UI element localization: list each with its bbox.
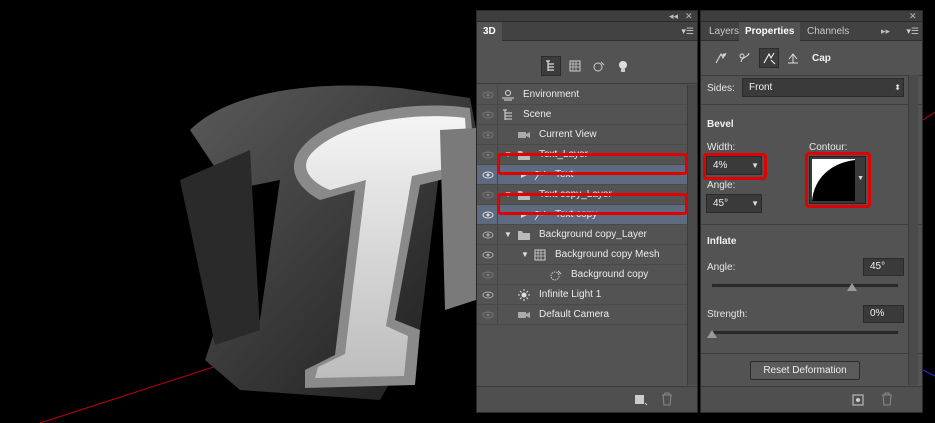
properties-bottom-bar [701,386,922,412]
panel-menu-icon[interactable]: ▾☰ [906,22,919,41]
visibility-eye-icon[interactable] [482,129,494,141]
mode-title: Cap [812,53,831,64]
tab-overflow-icon[interactable]: ▸▸ [881,26,890,37]
tab-channels[interactable]: Channels [801,22,855,41]
tree-scrollbar[interactable] [687,85,697,385]
material-icon [550,270,562,281]
deform-mode-icon[interactable] [735,48,755,68]
tree-row-infinite-light[interactable]: Infinite Light 1 [477,285,697,305]
strength-thumb[interactable] [707,330,717,338]
close-icon[interactable]: ✕ [685,11,693,22]
panel-top-strip: ✕ [701,11,922,22]
updown-arrow-icon: ⬍ [894,83,901,92]
angle-label: Angle: [707,180,736,191]
visibility-eye-icon[interactable] [482,149,494,161]
visibility-eye-icon[interactable] [482,109,494,121]
visibility-eye-icon[interactable] [482,189,494,201]
panel-menu-icon[interactable]: ▾☰ [681,22,694,41]
tree-row-background-copy-mesh[interactable]: ▼ Background copy Mesh [477,245,697,265]
folder-icon [518,231,530,240]
angle-combo[interactable]: 45° ▼ [706,194,762,213]
properties-panel: ✕ Layers Properties Channels ▸▸ ▾☰ Cap S… [700,10,923,413]
tree-row-background-copy-layer[interactable]: ▼ Background copy_Layer [477,225,697,245]
tree-row-label: Default Camera [539,309,610,320]
collapse-icon[interactable]: ◂◂ [669,11,678,22]
strength-value: 0% [870,308,885,319]
angle-value: 45° [713,198,729,209]
tree-row-current-view[interactable]: Current View [477,125,697,145]
expand-arrow-icon[interactable]: ▼ [521,245,529,265]
filter-light-icon[interactable] [613,56,633,76]
mesh-mode-icon[interactable] [711,48,731,68]
tree-row-label: Background copy_Layer [539,229,647,240]
mode-toolbar: Cap [701,42,922,76]
visibility-eye-icon[interactable] [482,289,494,301]
filter-mesh-icon[interactable] [565,56,585,76]
tree-row-default-camera[interactable]: Default Camera [477,305,697,325]
new-object-icon[interactable] [633,393,649,407]
tree-row-label: Environment [523,89,580,100]
properties-scrollbar[interactable] [908,75,918,385]
environment-icon [502,90,514,101]
cap-mode-icon[interactable] [759,48,779,68]
visibility-eye-icon[interactable] [482,249,494,261]
inflate-angle-field[interactable]: 45° [863,258,904,276]
properties-tabbar: Layers Properties Channels ▸▸ ▾☰ [701,22,922,41]
tree-row-label: Current View [539,129,597,140]
3d-panel: ◂◂ ✕ 3D ▾☰ Environment Scene Current Vie… [476,10,698,413]
highlight-contour-picker [805,152,871,208]
dropdown-arrow-icon: ▼ [751,199,759,208]
mesh-icon [534,249,546,261]
3d-tabbar: 3D ▾☰ [477,22,697,41]
highlight-text-copy-row [497,193,688,215]
width-label: Width: [707,142,736,153]
inflate-title: Inflate [707,236,737,247]
trash-icon[interactable] [661,392,673,406]
sides-value: Front [749,82,773,93]
panel-top-strip: ◂◂ ✕ [477,11,697,22]
filter-material-icon[interactable] [589,56,609,76]
3d-filter-toolbar [477,42,697,84]
inflate-angle-label: Angle: [707,262,736,273]
strength-field[interactable]: 0% [863,305,904,323]
visibility-eye-icon[interactable] [482,229,494,241]
reset-deformation-button[interactable]: Reset Deformation [750,361,860,380]
sides-dropdown[interactable]: Front ⬍ [742,78,904,97]
render-settings-icon[interactable] [851,393,865,407]
coordinates-mode-icon[interactable] [783,48,803,68]
tab-properties[interactable]: Properties [739,22,801,41]
highlight-width-combo [703,153,767,180]
camera-icon [518,132,530,138]
visibility-eye-icon[interactable] [482,89,494,101]
strength-label: Strength: [707,309,748,320]
tree-row-environment[interactable]: Environment [477,85,697,105]
visibility-eye-icon[interactable] [482,209,494,221]
inflate-angle-thumb[interactable] [846,283,857,291]
trash-icon[interactable] [881,392,893,406]
visibility-eye-icon[interactable] [482,269,494,281]
inflate-angle-value: 45° [870,261,886,272]
tree-row-label: Background copy [571,269,649,280]
tree-row-scene[interactable]: Scene [477,105,697,125]
sides-label: Sides: [707,83,735,94]
tree-row-label: Background copy Mesh [555,249,660,260]
inflate-angle-slider[interactable] [712,284,898,287]
strength-slider[interactable] [712,331,898,334]
visibility-eye-icon[interactable] [482,309,494,321]
scene-icon [503,109,512,120]
visibility-eye-icon[interactable] [482,169,494,181]
viewport-right-edge [922,0,935,423]
3d-bottom-bar [477,386,697,412]
tree-row-background-copy[interactable]: Background copy [477,265,697,285]
light-icon [518,289,530,301]
camera-icon [518,312,530,318]
tree-row-label: Scene [523,109,552,120]
tree-row-label: Infinite Light 1 [539,289,602,300]
close-icon[interactable]: ✕ [909,11,917,22]
expand-arrow-icon[interactable]: ▼ [504,225,512,245]
filter-scene-icon[interactable] [541,56,561,76]
bevel-title: Bevel [707,119,734,130]
highlight-text-row [497,153,688,175]
tab-3d[interactable]: 3D [477,22,502,41]
